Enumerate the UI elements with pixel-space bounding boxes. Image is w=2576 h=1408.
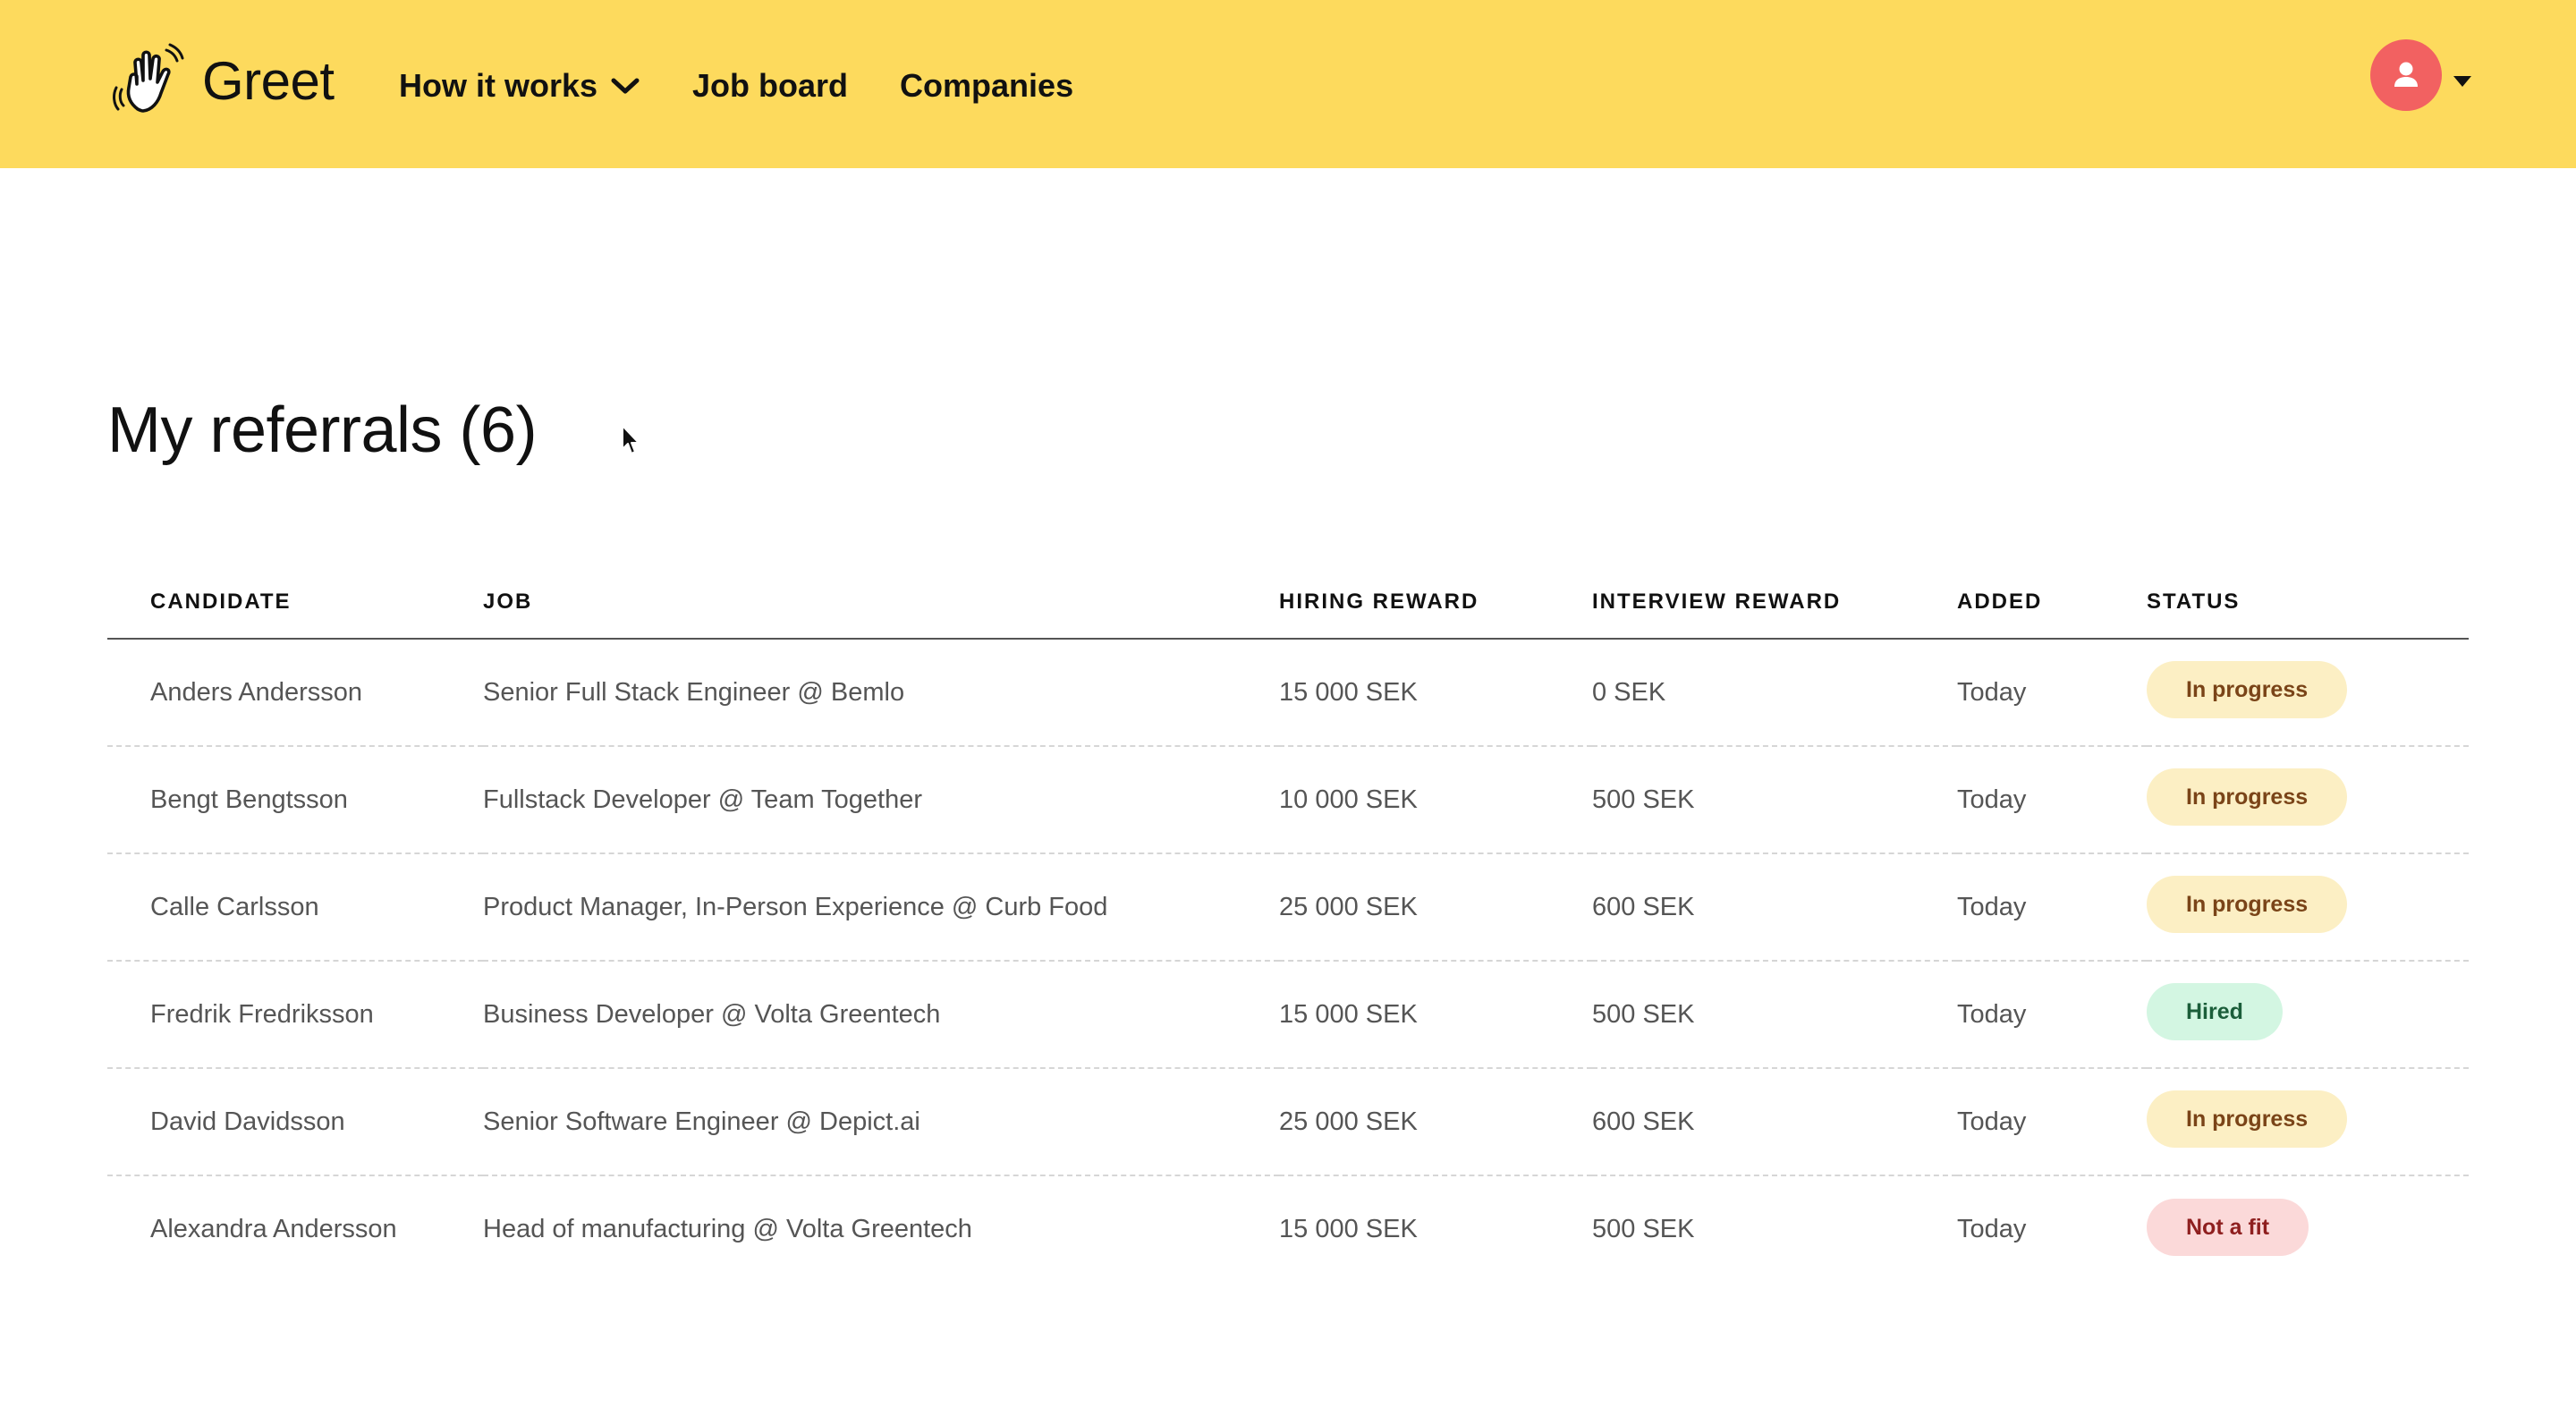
column-header-added[interactable]: ADDED [1957, 573, 2147, 640]
user-menu-button[interactable] [2370, 39, 2472, 111]
column-header-job[interactable]: JOB [483, 573, 1279, 640]
page-title: My referrals (6) [107, 394, 538, 466]
user-icon [2394, 62, 2418, 87]
candidate-cell: Alexandra Andersson [150, 1215, 397, 1243]
referrals-table: CANDIDATE JOB HIRING REWARD INTERVIEW RE… [107, 573, 2469, 1283]
top-navigation-bar: Greet How it works Job board Companies [0, 0, 2576, 168]
nav-how-it-works-label: How it works [399, 67, 598, 104]
job-cell: Senior Full Stack Engineer @ Bemlo [483, 639, 1279, 747]
hiring-reward-cell: 15 000 SEK [1279, 961, 1592, 1069]
added-cell: Today [1957, 746, 2147, 854]
mouse-cursor-icon [622, 425, 640, 454]
candidate-cell: David Davidsson [107, 1068, 483, 1176]
waving-hand-icon [113, 43, 184, 113]
column-header-hiring-reward[interactable]: HIRING REWARD [1279, 573, 1592, 640]
status-cell: In progress [2147, 746, 2469, 854]
table-row[interactable]: Anders Andersson Senior Full Stack Engin… [107, 639, 2469, 747]
interview-reward-cell: 500 SEK [1592, 961, 1957, 1069]
status-badge: In progress [2147, 768, 2348, 826]
chevron-down-icon [611, 78, 640, 94]
hiring-reward-cell: 10 000 SEK [1279, 746, 1592, 854]
status-badge: In progress [2147, 661, 2348, 718]
nav-how-it-works[interactable]: How it works [399, 67, 640, 105]
candidate-cell: Anders Andersson [107, 639, 483, 747]
brand-logo[interactable]: Greet [111, 39, 335, 122]
added-cell: Today [1957, 1068, 2147, 1176]
table-row[interactable]: Bengt Bengtsson Fullstack Developer @ Te… [107, 746, 2469, 854]
hiring-reward-cell: 15 000 SEK [1279, 639, 1592, 747]
brand-name: Greet [202, 50, 335, 111]
candidate-cell: Fredrik Fredriksson [107, 961, 483, 1069]
caret-down-icon [2453, 76, 2471, 87]
table-row[interactable]: Alexandra Andersson Head of manufacturin… [107, 1175, 2469, 1283]
job-cell: Fullstack Developer @ Team Together [483, 746, 1279, 854]
status-cell: Not a fit [2147, 1175, 2469, 1283]
interview-reward-cell: 500 SEK [1592, 746, 1957, 854]
added-cell: Today [1957, 853, 2147, 962]
status-cell: In progress [2147, 853, 2469, 962]
interview-reward-cell: 0 SEK [1592, 639, 1957, 747]
added-cell: Today [1957, 961, 2147, 1069]
interview-reward-cell: 500 SEK [1592, 1215, 1695, 1243]
job-cell: Product Manager, In-Person Experience @ … [483, 853, 1279, 962]
avatar [2370, 39, 2442, 111]
status-badge: In progress [2147, 876, 2348, 933]
interview-reward-cell: 600 SEK [1592, 1068, 1957, 1176]
status-cell: In progress [2147, 639, 2469, 747]
table-row[interactable]: Fredrik Fredriksson Business Developer @… [107, 961, 2469, 1069]
table-header-row: CANDIDATE JOB HIRING REWARD INTERVIEW RE… [107, 573, 2469, 640]
job-cell: Head of manufacturing @ Volta Greentech [483, 1215, 972, 1243]
candidate-cell: Bengt Bengtsson [107, 746, 483, 854]
column-header-status[interactable]: STATUS [2147, 573, 2469, 640]
nav-companies[interactable]: Companies [900, 67, 1073, 105]
column-header-interview-reward[interactable]: INTERVIEW REWARD [1592, 573, 1957, 640]
status-cell: In progress [2147, 1068, 2469, 1176]
status-badge: Not a fit [2147, 1198, 2309, 1256]
job-cell: Senior Software Engineer @ Depict.ai [483, 1068, 1279, 1176]
added-cell: Today [1957, 1215, 2027, 1243]
status-cell: Hired [2147, 961, 2469, 1069]
hiring-reward-cell: 25 000 SEK [1279, 853, 1592, 962]
nav-companies-label: Companies [900, 67, 1074, 104]
job-cell: Business Developer @ Volta Greentech [483, 961, 1279, 1069]
hiring-reward-cell: 25 000 SEK [1279, 1068, 1592, 1176]
table-row[interactable]: Calle Carlsson Product Manager, In-Perso… [107, 853, 2469, 962]
column-header-candidate[interactable]: CANDIDATE [107, 573, 483, 640]
candidate-cell: Calle Carlsson [107, 853, 483, 962]
nav-job-board-label: Job board [692, 67, 849, 104]
status-badge: In progress [2147, 1090, 2348, 1148]
table-row[interactable]: David Davidsson Senior Software Engineer… [107, 1068, 2469, 1176]
hiring-reward-cell: 15 000 SEK [1279, 1215, 1418, 1243]
nav-job-board[interactable]: Job board [692, 67, 848, 105]
status-badge: Hired [2147, 983, 2283, 1040]
interview-reward-cell: 600 SEK [1592, 853, 1957, 962]
main-nav: How it works Job board Companies [399, 52, 1073, 120]
added-cell: Today [1957, 639, 2147, 747]
